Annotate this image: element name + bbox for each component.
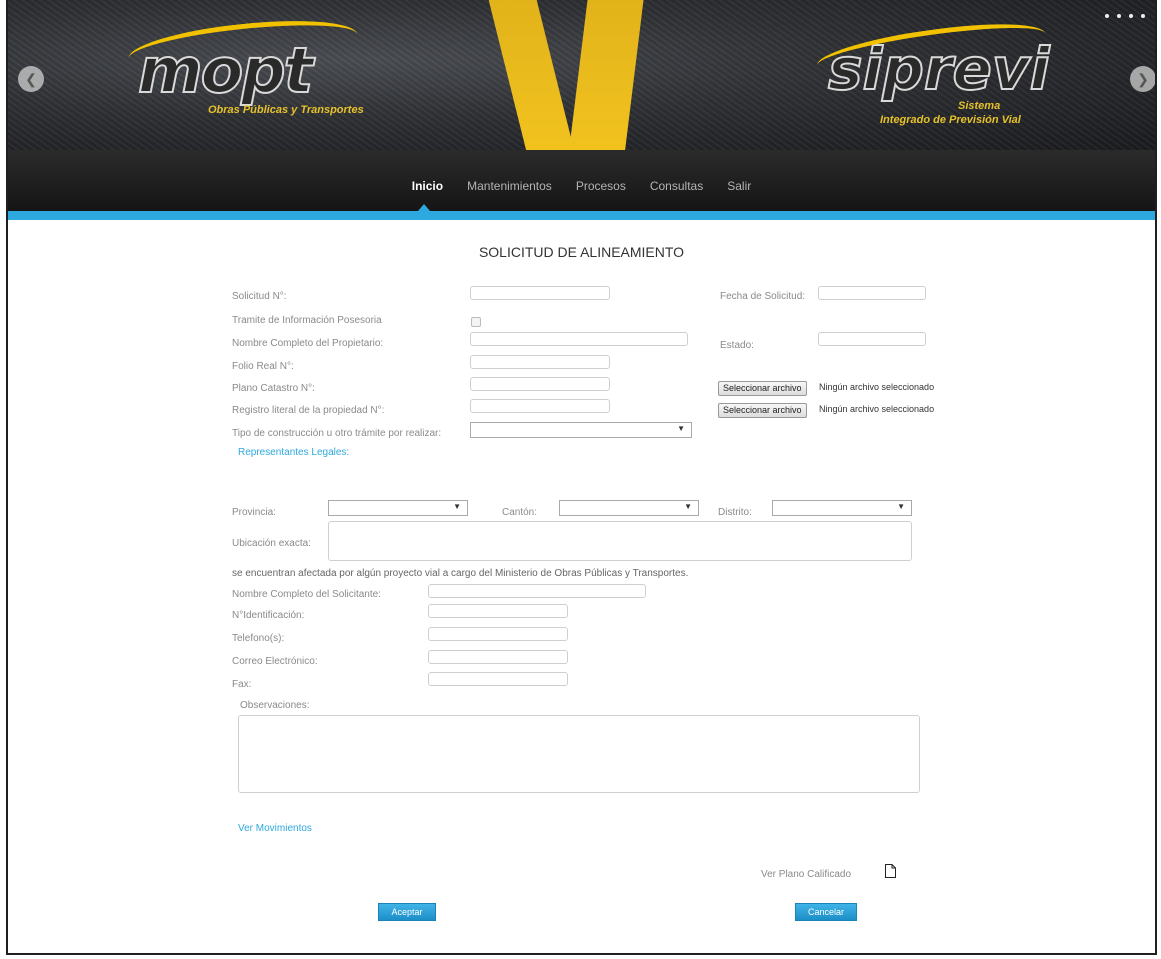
canton-select[interactable]: ▼	[559, 500, 699, 516]
tipo-label: Tipo de construcción u otro trámite por …	[232, 428, 442, 439]
carousel-dot[interactable]	[1105, 14, 1109, 18]
solicitud-label: Solicitud N°:	[232, 291, 287, 302]
fecha-input[interactable]	[818, 286, 926, 300]
folio-input[interactable]	[470, 355, 610, 369]
plano-file-button[interactable]: Seleccionar archivo	[718, 381, 807, 396]
fax-input[interactable]	[428, 672, 568, 686]
siprevi-logo: siprevi Sistema Integrado de Previsión V…	[814, 14, 1051, 126]
main-nav: Inicio Mantenimientos Procesos Consultas…	[8, 150, 1155, 211]
carousel-dot[interactable]	[1129, 14, 1133, 18]
carousel-dot[interactable]	[1141, 14, 1145, 18]
registro-file-status: Ningún archivo seleccionado	[819, 404, 935, 414]
carousel-dot[interactable]	[1117, 14, 1121, 18]
folio-label: Folio Real N°:	[232, 361, 294, 372]
registro-file-button[interactable]: Seleccionar archivo	[718, 403, 807, 418]
nav-accent-bar	[8, 211, 1155, 220]
representantes-link[interactable]: Representantes Legales:	[238, 447, 349, 458]
correo-label: Correo Electrónico:	[232, 656, 318, 667]
accept-button[interactable]: Aceptar	[378, 903, 436, 921]
plano-label: Plano Catastro N°:	[232, 383, 315, 394]
identificacion-label: N°Identificación:	[232, 610, 305, 621]
nav-item-consultas[interactable]: Consultas	[638, 179, 715, 193]
distrito-select[interactable]: ▼	[772, 500, 912, 516]
identificacion-input[interactable]	[428, 604, 568, 618]
siprevi-tagline-2: Integrado de Previsión Vial	[880, 114, 1021, 126]
afectada-text: se encuentran afectada por algún proyect…	[232, 568, 689, 579]
propietario-label: Nombre Completo del Propietario:	[232, 338, 384, 349]
plano-calificado-label: Ver Plano Calificado	[761, 869, 852, 880]
nav-item-inicio[interactable]: Inicio	[400, 179, 455, 193]
nav-item-mantenimientos[interactable]: Mantenimientos	[455, 179, 564, 193]
fecha-label: Fecha de Solicitud:	[720, 291, 806, 302]
chevron-down-icon: ▼	[897, 502, 905, 511]
plano-file-status: Ningún archivo seleccionado	[819, 382, 935, 392]
canton-label: Cantón:	[502, 507, 538, 518]
tramite-checkbox[interactable]	[471, 317, 481, 327]
mopt-logo: mopt Obras Públicas y Transportes	[126, 12, 364, 116]
solicitud-input[interactable]	[470, 286, 610, 300]
provincia-label: Provincia:	[232, 507, 276, 518]
fax-label: Fax:	[232, 679, 252, 690]
plano-input[interactable]	[470, 377, 610, 391]
nav-item-salir[interactable]: Salir	[715, 179, 763, 193]
ubicacion-label: Ubicación exacta:	[232, 538, 311, 549]
header-banner: mopt Obras Públicas y Transportes siprev…	[8, 0, 1155, 150]
correo-input[interactable]	[428, 650, 568, 664]
carousel-next-icon[interactable]: ❯	[1130, 66, 1155, 92]
nav-item-procesos[interactable]: Procesos	[564, 179, 638, 193]
cancel-button[interactable]: Cancelar	[795, 903, 857, 921]
carousel-dots[interactable]	[1105, 14, 1145, 18]
observaciones-textarea[interactable]	[238, 715, 920, 793]
page-title: SOLICITUD DE ALINEAMIENTO	[478, 244, 685, 260]
carousel-prev-icon[interactable]: ❮	[18, 66, 44, 92]
telefono-input[interactable]	[428, 627, 568, 641]
observaciones-label: Observaciones:	[240, 700, 310, 711]
siprevi-tagline-1: Sistema	[958, 100, 1001, 112]
chevron-down-icon: ▼	[684, 502, 692, 511]
chevron-down-icon: ▼	[677, 424, 685, 433]
registro-input[interactable]	[470, 399, 610, 413]
solicitante-label: Nombre Completo del Solicitante:	[232, 589, 381, 600]
ubicacion-textarea[interactable]	[328, 521, 912, 561]
page-frame: mopt Obras Públicas y Transportes siprev…	[6, 0, 1157, 955]
propietario-input[interactable]	[470, 332, 688, 346]
mopt-tagline: Obras Públicas y Transportes	[208, 104, 364, 116]
ver-movimientos-link[interactable]: Ver Movimientos	[238, 823, 312, 834]
chevron-down-icon: ▼	[453, 502, 461, 511]
provincia-select[interactable]: ▼	[328, 500, 468, 516]
tramite-label: Tramite de Información Posesoria	[232, 315, 382, 326]
telefono-label: Telefono(s):	[232, 633, 285, 644]
document-icon[interactable]	[885, 864, 896, 878]
tipo-select[interactable]: ▼	[470, 422, 692, 438]
estado-input[interactable]	[818, 332, 926, 346]
registro-label: Registro literal de la propiedad N°:	[232, 405, 385, 416]
estado-label: Estado:	[720, 340, 754, 351]
active-nav-caret	[418, 204, 430, 211]
distrito-label: Distrito:	[718, 507, 752, 518]
solicitante-input[interactable]	[428, 584, 646, 598]
